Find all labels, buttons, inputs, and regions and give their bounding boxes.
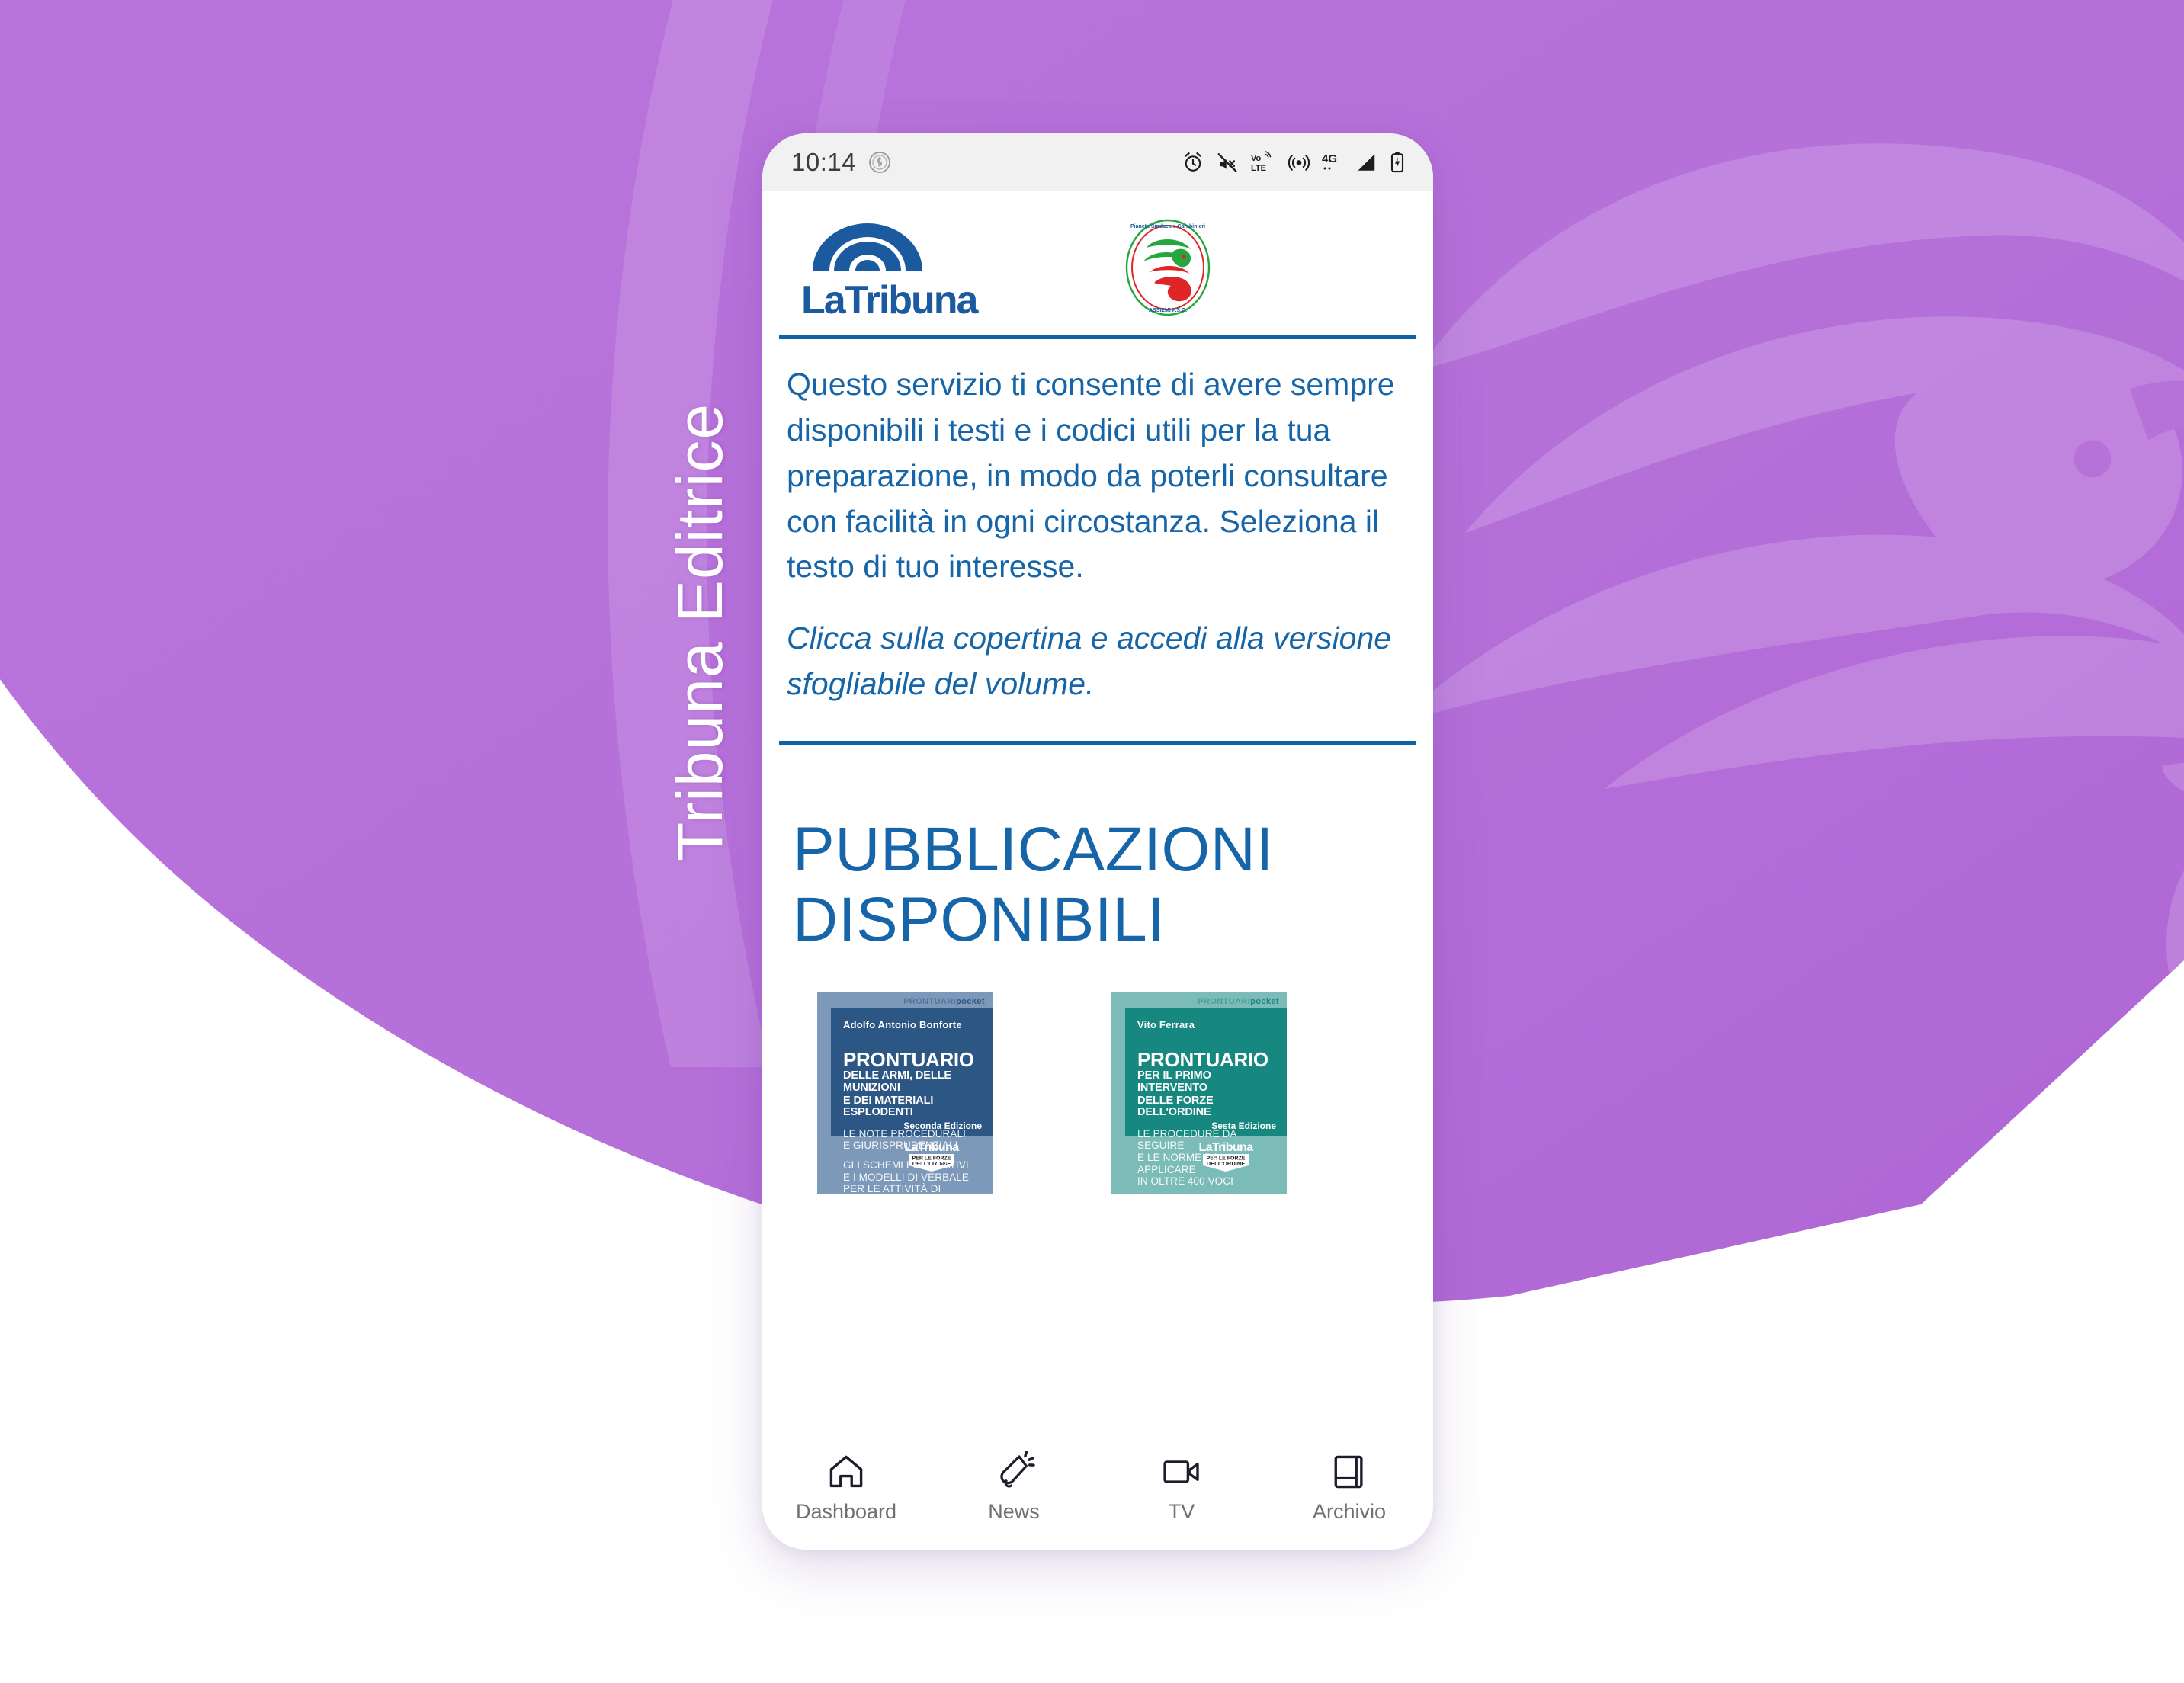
- book-subtitle-line-2: DELLE FORZE DELL'ORDINE: [1137, 1095, 1214, 1119]
- nav-label-tv: TV: [1168, 1500, 1195, 1523]
- book-description: LE NOTE PROCEDURALI E GIURISPRUDENZIALI …: [843, 1128, 983, 1207]
- book-subtitle-line-1: DELLE ARMI, DELLE MUNIZIONI: [843, 1069, 951, 1094]
- book-cover-front: Vito Ferrara PRONTUARIO PER IL PRIMO INT…: [1125, 1008, 1287, 1187]
- book-title: PRONTUARIO: [843, 1047, 974, 1071]
- nav-item-dashboard[interactable]: Dashboard: [762, 1451, 930, 1524]
- svg-text:Pianeta Sindacale Carabinieri: Pianeta Sindacale Carabinieri: [1130, 224, 1205, 229]
- bottom-navigation-bar: Dashboard News TV Archivio: [762, 1438, 1433, 1550]
- status-bar-left: 10:14: [791, 148, 893, 177]
- ringer-muted-icon: [1217, 153, 1237, 172]
- nav-label-dashboard: Dashboard: [795, 1500, 897, 1523]
- intro-note: Clicca sulla copertina e accedi alla ver…: [787, 620, 1392, 702]
- book-edition: Seconda Edizione: [903, 1120, 982, 1131]
- nav-item-archivio[interactable]: Archivio: [1265, 1451, 1433, 1524]
- video-camera-icon: [1163, 1460, 1199, 1483]
- book-title: PRONTUARIO: [1137, 1047, 1268, 1071]
- network-4g-icon: 4G: [1322, 152, 1337, 170]
- nav-item-news[interactable]: News: [930, 1451, 1098, 1524]
- book-desc-line: E LE NORME DA APPLICARE: [1137, 1152, 1219, 1175]
- status-bar: 10:14 Vo LTE 4G: [762, 133, 1433, 191]
- svg-text:LTE: LTE: [1251, 164, 1266, 173]
- nav-item-tv[interactable]: TV: [1098, 1451, 1265, 1524]
- intro-text-block: Questo servizio ti consente di avere sem…: [762, 339, 1433, 707]
- book-desc-line: PER LE ATTIVITÀ DI POLIZIA: [843, 1183, 941, 1207]
- book-desc-line: LE PROCEDURE DA SEGUIRE: [1137, 1127, 1236, 1152]
- book-cover-front: Adolfo Antonio Bonforte PRONTUARIO DELLE…: [831, 1008, 993, 1207]
- volte-icon: Vo LTE: [1251, 151, 1272, 173]
- book-edition: Sesta Edizione: [1211, 1120, 1276, 1131]
- app-notification-icon: [869, 152, 891, 173]
- book-author: Vito Ferrara: [1137, 1018, 1195, 1031]
- svg-text:ASSIEMI P.S.C.: ASSIEMI P.S.C.: [1149, 308, 1187, 313]
- nav-label-news: News: [988, 1500, 1040, 1523]
- status-bar-clock: 10:14: [791, 148, 857, 176]
- status-bar-right: Vo LTE 4G: [1182, 151, 1406, 174]
- alarm-icon: [1185, 152, 1201, 172]
- publication-card-prontuario-armi[interactable]: PRONTUARIpocket LaTribuna PER LE FORZE D…: [817, 991, 1046, 1207]
- phone-mockup: 10:14 Vo LTE 4G LaTribuna Pianeta Sindac…: [762, 133, 1433, 1550]
- latribuna-logo: LaTribuna: [797, 217, 1034, 322]
- app-header: LaTribuna Pianeta Sindacale Carabinieri …: [762, 191, 1433, 322]
- page-title-line-2: DISPONIBILI: [793, 884, 1166, 954]
- publication-card-prontuario-primo-intervento[interactable]: PRONTUARIpocket LaTribuna PER LE FORZE D…: [1111, 991, 1340, 1194]
- signal-bars-icon: [1358, 154, 1375, 171]
- svg-text:4G: 4G: [1322, 152, 1337, 165]
- publications-list: PRONTUARIpocket LaTribuna PER LE FORZE D…: [762, 955, 1433, 1207]
- page-title: PUBBLICAZIONI DISPONIBILI: [762, 745, 1433, 955]
- battery-icon: [1390, 152, 1404, 173]
- intro-paragraph: Questo servizio ti consente di avere sem…: [787, 367, 1395, 585]
- book-pocket-label: PRONTUARIpocket: [1198, 996, 1279, 1006]
- book-desc-line: IN OLTRE 400 VOCI: [1137, 1175, 1233, 1188]
- book-desc-line: E I MODELLI DI VERBALE: [843, 1171, 970, 1183]
- svg-text:Vo: Vo: [1251, 154, 1262, 163]
- hotspot-icon: [1288, 155, 1310, 171]
- book-icon: [1334, 1455, 1363, 1489]
- svg-text:LaTribuna: LaTribuna: [801, 278, 980, 318]
- book-subtitle-line-2: E DEI MATERIALI ESPLODENTI: [843, 1095, 934, 1119]
- pianeta-sindacale-carabinieri-logo: Pianeta Sindacale Carabinieri ASSIEMI P.…: [1110, 217, 1226, 322]
- nav-label-archivio: Archivio: [1312, 1500, 1387, 1523]
- page-title-line-1: PUBBLICAZIONI: [793, 815, 1274, 885]
- psc-logo-graphic: Pianeta Sindacale Carabinieri ASSIEMI P.…: [1125, 219, 1211, 316]
- book-pocket-label: PRONTUARIpocket: [903, 996, 985, 1006]
- latribuna-logo-graphic: LaTribuna: [801, 223, 981, 322]
- book-subtitle-line-1: PER IL PRIMO INTERVENTO: [1137, 1069, 1211, 1094]
- megaphone-icon: [1000, 1451, 1035, 1488]
- book-description: LE PROCEDURE DA SEGUIRE E LE NORME DA AP…: [1137, 1128, 1278, 1188]
- book-desc-line: E GIURISPRUDENZIALI: [843, 1140, 958, 1152]
- home-icon: [829, 1455, 863, 1488]
- book-desc-line: GLI SCHEMI ESPLICATIVI: [843, 1159, 969, 1172]
- book-author: Adolfo Antonio Bonforte: [843, 1018, 962, 1031]
